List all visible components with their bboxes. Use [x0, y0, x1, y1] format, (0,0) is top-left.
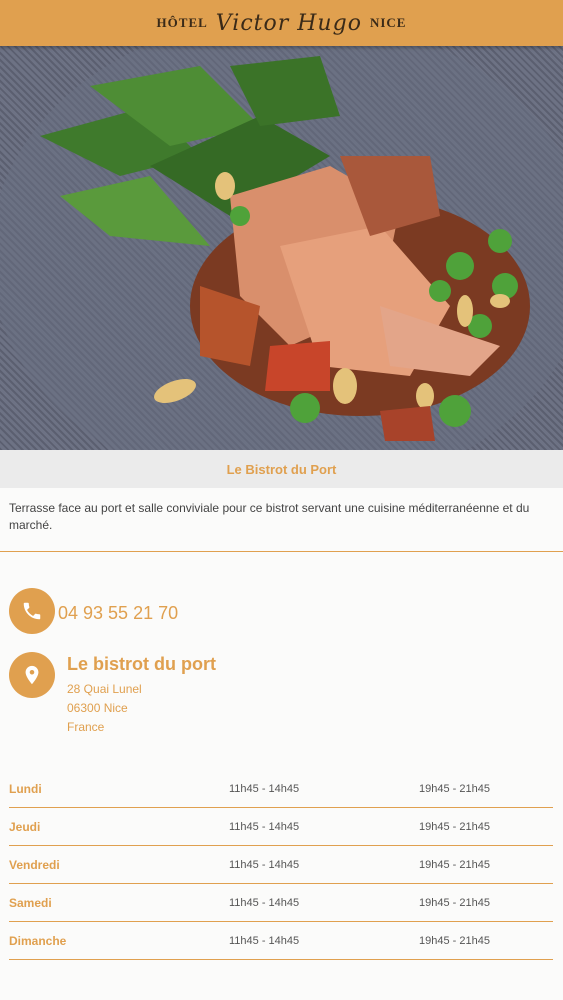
- hours-lunch: 11h45 - 14h45: [229, 934, 300, 947]
- dish-illustration: [0, 46, 563, 450]
- hours-row: Samedi 11h45 - 14h45 19h45 - 21h45: [9, 884, 553, 922]
- phone-number[interactable]: 04 93 55 21 70: [58, 603, 178, 624]
- hours-lunch: 11h45 - 14h45: [229, 820, 300, 833]
- hours-row: Lundi 11h45 - 14h45 19h45 - 21h45: [9, 770, 553, 808]
- logo-word-left: HÔTEL: [156, 15, 208, 30]
- address-row: Le bistrot du port 28 Quai Lunel 06300 N…: [9, 652, 216, 737]
- logo-script-name: Victor Hugo: [215, 10, 362, 36]
- hours-day: Samedi: [9, 895, 52, 910]
- map-pin-icon: [9, 652, 55, 698]
- hours-row: Jeudi 11h45 - 14h45 19h45 - 21h45: [9, 808, 553, 846]
- hours-day: Dimanche: [9, 933, 67, 948]
- top-header: HÔTEL Victor Hugo NICE: [0, 0, 563, 46]
- address-name: Le bistrot du port: [67, 654, 216, 674]
- address-country: France: [67, 720, 105, 734]
- address-street: 28 Quai Lunel: [67, 682, 142, 696]
- phone-row[interactable]: 04 93 55 21 70: [9, 588, 178, 634]
- hero-caption-bar: Le Bistrot du Port: [0, 450, 563, 488]
- hours-dinner: 19h45 - 21h45: [419, 934, 490, 947]
- hours-lunch: 11h45 - 14h45: [229, 782, 300, 795]
- phone-icon: [9, 588, 55, 634]
- opening-hours-table: Lundi 11h45 - 14h45 19h45 - 21h45 Jeudi …: [9, 770, 553, 960]
- section-divider: [0, 551, 563, 552]
- hours-day: Lundi: [9, 781, 42, 796]
- hours-row: Dimanche 11h45 - 14h45 19h45 - 21h45: [9, 922, 553, 960]
- hours-row: Vendredi 11h45 - 14h45 19h45 - 21h45: [9, 846, 553, 884]
- hours-lunch: 11h45 - 14h45: [229, 896, 300, 909]
- hotel-logo[interactable]: HÔTEL Victor Hugo NICE: [157, 11, 407, 36]
- address-city: 06300 Nice: [67, 701, 128, 715]
- hours-dinner: 19h45 - 21h45: [419, 820, 490, 833]
- hours-dinner: 19h45 - 21h45: [419, 782, 490, 795]
- logo-word-right: NICE: [369, 15, 407, 30]
- restaurant-title: Le Bistrot du Port: [226, 461, 337, 477]
- hours-dinner: 19h45 - 21h45: [419, 896, 490, 909]
- dish-photo: [0, 46, 563, 450]
- hours-day: Vendredi: [9, 857, 60, 872]
- hours-day: Jeudi: [9, 819, 41, 834]
- hours-lunch: 11h45 - 14h45: [229, 858, 300, 871]
- restaurant-description: Terrasse face au port et salle convivial…: [9, 501, 530, 532]
- hours-dinner: 19h45 - 21h45: [419, 858, 490, 871]
